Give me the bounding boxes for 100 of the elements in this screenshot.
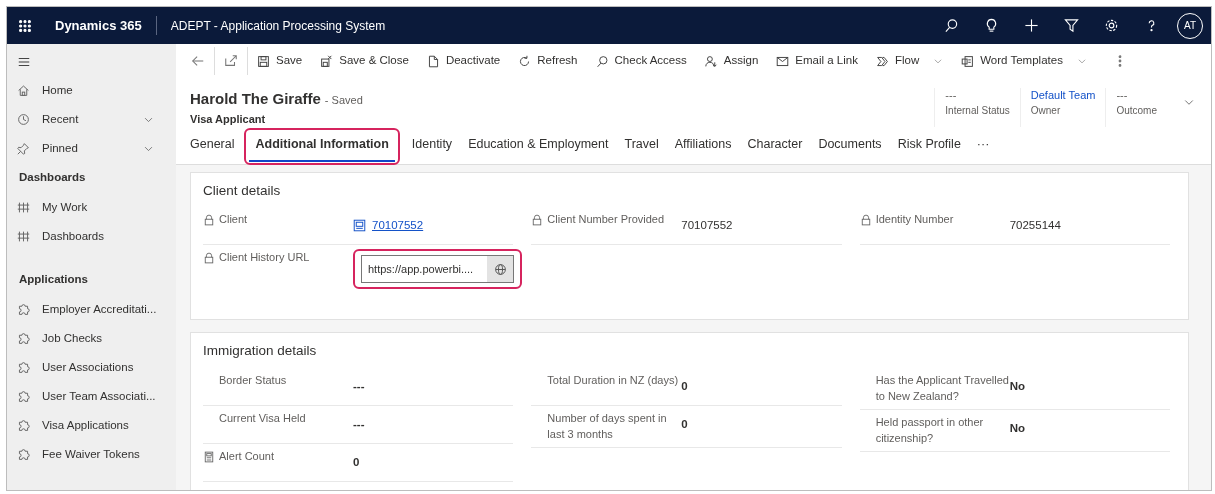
field-label: Number of days spent in last 3 months xyxy=(547,410,668,442)
record-icon xyxy=(353,219,366,233)
person-icon xyxy=(704,54,718,68)
open-window-icon xyxy=(224,54,238,68)
nav-item[interactable]: Pinned xyxy=(7,134,176,163)
flow-icon xyxy=(875,54,889,68)
dashboard-icon xyxy=(17,201,30,214)
nav-section-heading: Applications xyxy=(18,272,89,288)
open-url-button[interactable] xyxy=(487,256,513,283)
toolbar-button[interactable]: Check Access xyxy=(586,46,696,76)
field-label: Held passport in other citizenship? xyxy=(875,414,985,446)
word-document-icon xyxy=(961,54,975,68)
save-status: - Saved xyxy=(324,93,363,108)
tab[interactable]: Risk Profile xyxy=(891,131,967,162)
field-value: 70255144 xyxy=(1009,218,1061,234)
search-icon xyxy=(595,54,609,68)
toolbar-button[interactable]: Refresh xyxy=(509,46,587,76)
toolbar-button[interactable]: Email a Link xyxy=(767,46,867,76)
nav-item[interactable]: Job Checks xyxy=(7,324,176,353)
field-value: 0 xyxy=(353,454,360,470)
field-label: Identity Number xyxy=(875,212,954,228)
home-icon xyxy=(17,84,30,97)
section-title: Client details xyxy=(203,182,282,200)
puzzle-icon xyxy=(17,361,30,374)
nav-section-heading: Dashboards xyxy=(18,170,87,186)
clock-icon xyxy=(17,113,30,126)
field-value: No xyxy=(1009,420,1025,436)
header-field-label: Internal Status xyxy=(945,103,1010,118)
waffle-icon xyxy=(18,18,32,33)
toolbar-button[interactable]: Flow xyxy=(866,46,953,76)
lock-icon xyxy=(531,214,544,227)
toolbar-button[interactable]: Save & Close xyxy=(311,46,418,76)
lock-icon xyxy=(859,214,872,227)
nav-item[interactable]: My Work xyxy=(7,193,176,222)
refresh-icon xyxy=(518,54,532,68)
document-icon xyxy=(426,54,440,68)
puzzle-icon xyxy=(17,419,30,432)
tab[interactable]: Affiliations xyxy=(668,131,738,162)
nav-item[interactable]: Employer Accreditati... xyxy=(7,295,176,324)
nav-item[interactable]: Fee Waiver Tokens xyxy=(7,440,176,469)
toolbar-button[interactable]: Save xyxy=(248,46,312,76)
lock-icon xyxy=(203,214,215,227)
field-value: 0 xyxy=(681,378,688,394)
field-label: Current Visa Held xyxy=(219,410,306,426)
puzzle-icon xyxy=(17,332,30,345)
envelope-icon xyxy=(776,54,790,68)
tab[interactable]: Additional Information xyxy=(249,131,395,162)
nav-item[interactable]: Recent xyxy=(7,105,176,134)
field-label: Client xyxy=(219,212,248,228)
filter-icon xyxy=(1063,18,1079,33)
header-field-label: Owner xyxy=(1030,103,1062,118)
header-field-value: --- xyxy=(1116,88,1129,103)
field-value: --- xyxy=(353,378,365,394)
field-value: --- xyxy=(353,416,365,432)
entity-name: Visa Applicant xyxy=(190,111,267,127)
calculator-icon xyxy=(203,450,215,463)
field-label: Has the Applicant Travelled to New Zealand? xyxy=(875,372,1010,404)
header-field-value: --- xyxy=(945,88,958,103)
more-tabs-button[interactable]: ··· xyxy=(970,131,996,162)
pin-icon xyxy=(17,142,30,155)
header-field-link[interactable]: Default Team xyxy=(1030,88,1096,104)
toolbar-button[interactable]: Deactivate xyxy=(417,46,510,76)
toolbar-button[interactable]: Word Templates xyxy=(952,46,1096,76)
field-label: Total Duration in NZ (days) xyxy=(547,372,679,388)
field-label: Alert Count xyxy=(219,448,275,464)
lookup-link[interactable]: 70107552 xyxy=(353,217,424,235)
tab[interactable]: Documents xyxy=(812,131,888,162)
field-label: Client History URL xyxy=(219,250,310,266)
lock-icon xyxy=(203,252,215,265)
puzzle-icon xyxy=(17,303,30,316)
field-label: Client Number Provided xyxy=(547,212,665,228)
nav-item[interactable]: User Associations xyxy=(7,353,176,382)
chevron-icon xyxy=(1076,56,1087,66)
tab[interactable]: Identity xyxy=(405,131,459,162)
dashboard-icon xyxy=(17,230,30,243)
puzzle-icon xyxy=(17,448,30,461)
nav-item[interactable]: Visa Applications xyxy=(7,411,176,440)
back-arrow-icon xyxy=(191,54,205,68)
field-label: Border Status xyxy=(219,372,287,388)
field-value: 70107552 xyxy=(681,218,733,234)
tab[interactable]: Education & Employment xyxy=(462,131,615,162)
tab[interactable]: Character xyxy=(741,131,809,162)
settings-icon xyxy=(1103,18,1119,33)
field-value: No xyxy=(1009,378,1025,394)
app-name[interactable]: Dynamics 365 xyxy=(43,15,157,36)
save-close-icon xyxy=(320,54,334,68)
tab[interactable]: General xyxy=(184,131,241,162)
record-title: Harold The Giraffe xyxy=(190,89,321,109)
nav-item[interactable]: User Team Associati... xyxy=(7,382,176,411)
puzzle-icon xyxy=(17,390,30,403)
field-value: 0 xyxy=(681,416,688,432)
nav-item[interactable]: Dashboards xyxy=(7,222,176,251)
tab[interactable]: Travel xyxy=(618,131,665,162)
menu-icon xyxy=(17,55,31,69)
url-field[interactable]: https://app.powerbi.... xyxy=(361,255,514,284)
toolbar-button[interactable]: Assign xyxy=(695,46,768,76)
nav-item[interactable]: Home xyxy=(7,76,176,105)
plus-icon xyxy=(1023,18,1039,33)
search-icon xyxy=(943,18,959,33)
app-title: ADEPT - Application Processing System xyxy=(169,17,387,35)
